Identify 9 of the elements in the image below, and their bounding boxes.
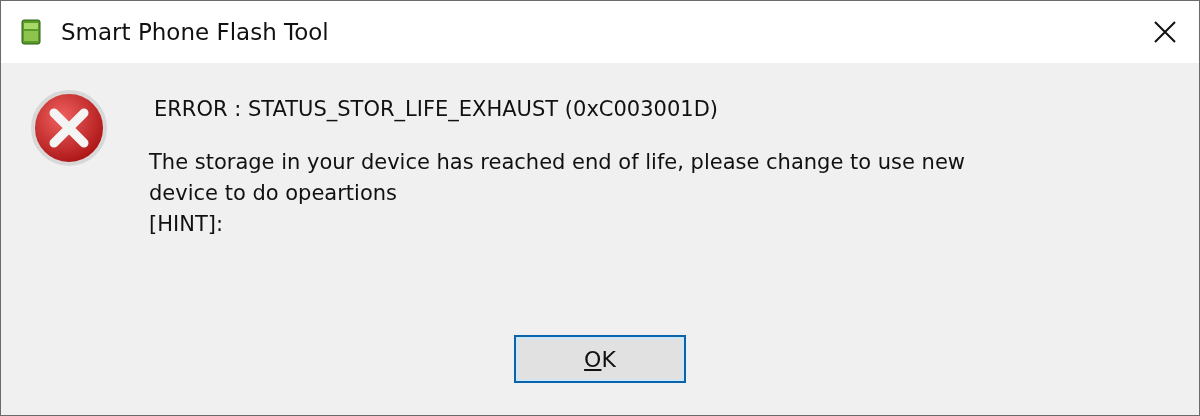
message-text: device to do opeartions [149, 180, 399, 207]
app-icon [21, 19, 41, 45]
ok-button[interactable]: OK [514, 335, 686, 383]
close-icon[interactable] [1153, 20, 1177, 44]
message-text: The storage in your device has reached end of life, please change to use new [149, 149, 966, 176]
error-icon [30, 89, 108, 167]
message-text: [HINT]: [149, 211, 224, 238]
window-title: Smart Phone Flash Tool [61, 19, 330, 45]
error-code-text: ERROR : STATUS_STOR_LIFE_EXHAUST (0xC003001D) [154, 97, 719, 121]
